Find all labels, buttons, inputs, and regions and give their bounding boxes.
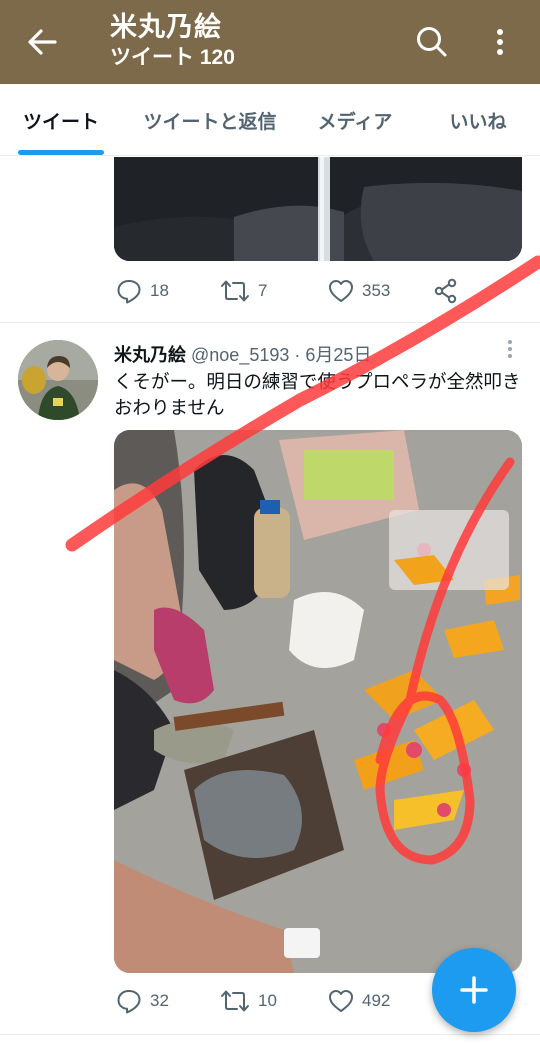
profile-header: 米丸乃絵 ツイート 120 [0, 0, 540, 84]
plus-icon [460, 976, 488, 1004]
tweet-1-media[interactable] [114, 157, 522, 261]
tweet-divider [0, 1034, 540, 1035]
retweet-icon [221, 280, 249, 302]
heart-icon [329, 990, 353, 1012]
tweet-date[interactable]: 6月25日 [305, 345, 371, 365]
back-button[interactable] [22, 24, 62, 60]
tweet-2-retweet-button[interactable]: 10 [220, 988, 277, 1014]
avatar-photo [18, 340, 98, 420]
tweet-divider [0, 322, 540, 323]
active-tab-indicator [18, 150, 104, 155]
more-options-button[interactable] [484, 22, 516, 62]
tweet-1-retweet-count: 7 [258, 281, 268, 300]
more-vertical-icon [508, 340, 512, 358]
arrow-left-icon [28, 29, 57, 55]
reply-icon [117, 990, 141, 1014]
tweet-more-button[interactable] [500, 338, 520, 362]
header-titles: 米丸乃絵 ツイート 120 [110, 10, 235, 72]
more-vertical-icon [497, 29, 503, 55]
search-button[interactable] [410, 22, 454, 62]
share-icon [434, 278, 457, 304]
tweet-1-photo [114, 157, 522, 261]
retweet-icon [221, 990, 249, 1012]
tweet-2-photo [114, 430, 522, 973]
tweet-2-reply-button[interactable]: 32 [116, 988, 169, 1014]
compose-tweet-button[interactable] [432, 948, 516, 1032]
tweet-2-retweet-count: 10 [258, 991, 277, 1010]
tweet-1-reply-button[interactable]: 18 [116, 278, 169, 304]
tweet-1-share-button[interactable] [434, 278, 458, 304]
search-icon [417, 27, 447, 57]
tweet-1-like-button[interactable]: 353 [328, 278, 390, 304]
tweet-1-retweet-button[interactable]: 7 [220, 278, 267, 304]
reply-icon [117, 280, 141, 304]
tweet-2-like-count: 492 [362, 991, 391, 1010]
tweet-text: くそがー。明日の練習で使うプロペラが全然叩きおわりません [114, 371, 521, 418]
tweet-1-like-count: 353 [362, 281, 391, 300]
tweet-count: ツイート 120 [110, 46, 235, 69]
tab-tweets[interactable]: ツイート [0, 84, 122, 156]
heart-icon [329, 280, 353, 302]
tab-tweets-and-replies[interactable]: ツイートと返信 [130, 84, 290, 156]
profile-name: 米丸乃絵 [110, 12, 222, 42]
profile-tabs: ツイート ツイートと返信 メディア いいね [0, 84, 540, 156]
tweet-author-name[interactable]: 米丸乃絵 [114, 345, 186, 365]
tweet-2-like-button[interactable]: 492 [328, 988, 390, 1014]
tweet-2-header: 米丸乃絵 @noe_5193 · 6月25日 [114, 341, 371, 367]
meta-separator: · [294, 345, 301, 365]
avatar[interactable] [18, 340, 98, 420]
tab-likes[interactable]: いいね [426, 84, 530, 156]
tweet-2-media[interactable] [114, 430, 522, 973]
tweet-2-reply-count: 32 [150, 991, 169, 1010]
tab-media[interactable]: メディア [300, 84, 410, 156]
tweet-1-reply-count: 18 [150, 281, 169, 300]
tweet-author-handle[interactable]: @noe_5193 [191, 345, 289, 365]
